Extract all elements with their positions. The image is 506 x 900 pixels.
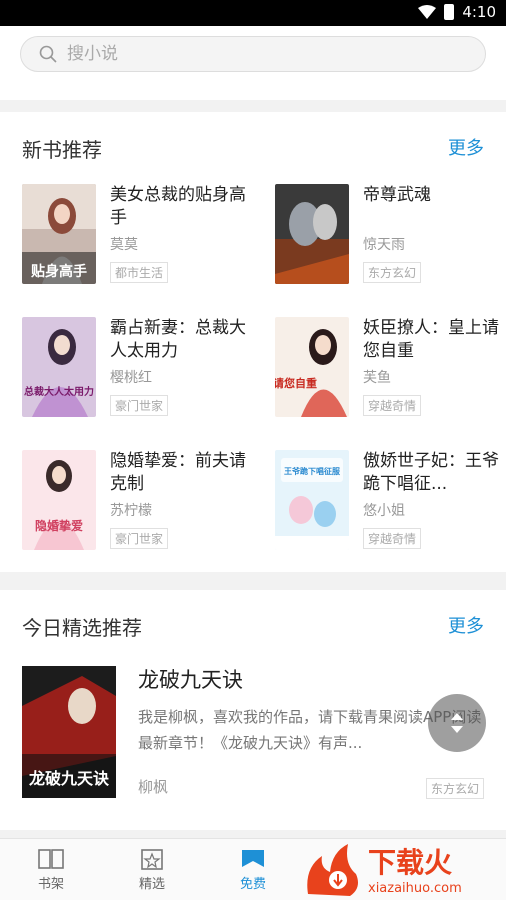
featured-book-author: 柳枫 — [138, 778, 169, 796]
tab-label: 书架 — [37, 877, 64, 892]
watermark-logo: 下载火 xiazaihuo.com — [300, 838, 506, 900]
book-item[interactable]: 贴身高手 美女总裁的贴身高手 莫莫 都市生活 — [22, 184, 252, 288]
book-author: 惊天雨 — [363, 237, 405, 253]
book-author: 苏柠檬 — [110, 503, 152, 519]
cover-text: 王爷跪下唱征服 — [284, 466, 341, 476]
more-link[interactable]: 更多 — [448, 134, 484, 160]
book-title: 妖臣撩人：皇上请您自重 — [363, 318, 499, 361]
book-author: 悠小姐 — [363, 503, 405, 519]
book-tag: 穿越奇情 — [363, 395, 422, 416]
cover-text: 总裁大人太用力 — [24, 385, 94, 398]
wifi-icon — [418, 5, 437, 19]
tab-free[interactable]: 免费 — [223, 847, 283, 892]
book-cover: 隐婚挚爱 — [22, 450, 96, 550]
free-icon — [242, 850, 264, 867]
cover-text: 请您自重 — [275, 376, 317, 390]
search-box[interactable] — [20, 36, 486, 72]
tab-label: 精选 — [138, 877, 165, 892]
featured-book-title[interactable]: 龙破九天诀 — [138, 664, 243, 694]
section-title: 新书推荐 — [22, 138, 102, 162]
floating-action-button[interactable] — [428, 694, 486, 752]
book-item[interactable]: 帝尊武魂 惊天雨 东方玄幻 — [275, 184, 505, 288]
search-area — [0, 26, 506, 100]
book-title: 霸占新妻：总裁大人太用力 — [110, 318, 246, 361]
tab-label: 免费 — [239, 877, 266, 892]
cover-text: 隐婚挚爱 — [35, 518, 83, 533]
book-tag: 东方玄幻 — [363, 262, 422, 283]
bookshelf-icon — [38, 849, 64, 869]
battery-icon — [444, 4, 455, 20]
search-icon — [39, 45, 57, 63]
book-author: 樱桃红 — [110, 370, 152, 386]
book-title: 帝尊武魂 — [363, 185, 431, 205]
tab-bookshelf[interactable]: 书架 — [21, 847, 81, 892]
book-tag: 豪门世家 — [110, 528, 169, 549]
book-item[interactable]: 请您自重 妖臣撩人：皇上请您自重 芙鱼 穿越奇情 — [275, 317, 505, 421]
book-tag: 都市生活 — [110, 262, 169, 283]
featured-book-tag: 东方玄幻 — [425, 778, 484, 799]
star-box-icon — [141, 849, 163, 870]
cover-text: 贴身高手 — [31, 263, 87, 280]
book-tag: 豪门世家 — [110, 395, 169, 416]
book-author: 芙鱼 — [363, 370, 391, 386]
status-icons: 4:10 — [418, 3, 496, 21]
arrows-icon — [451, 713, 463, 733]
book-item[interactable]: 总裁大人太用力 霸占新妻：总裁大人太用力 樱桃红 豪门世家 — [22, 317, 252, 421]
watermark-brand: 下载火 — [368, 846, 452, 879]
book-cover: 总裁大人太用力 — [22, 317, 96, 417]
section-title: 今日精选推荐 — [22, 616, 142, 640]
status-bar: 4:10 — [0, 0, 506, 26]
book-title: 隐婚挚爱：前夫请克制 — [110, 451, 246, 494]
book-cover: 王爷跪下唱征服 — [275, 450, 349, 550]
search-input[interactable] — [67, 44, 447, 64]
book-cover: 请您自重 — [275, 317, 349, 417]
book-author: 莫莫 — [110, 237, 138, 253]
tab-featured[interactable]: 精选 — [122, 847, 182, 892]
book-item[interactable]: 王爷跪下唱征服 傲娇世子妃：王爷跪下唱征... 悠小姐 穿越奇情 — [275, 450, 505, 554]
book-item[interactable]: 隐婚挚爱 隐婚挚爱：前夫请克制 苏柠檬 豪门世家 — [22, 450, 252, 554]
book-title: 美女总裁的贴身高手 — [110, 185, 246, 228]
status-time: 4:10 — [462, 3, 496, 21]
book-cover — [275, 184, 349, 284]
book-cover: 贴身高手 — [22, 184, 96, 284]
book-tag: 穿越奇情 — [363, 528, 422, 549]
featured-book-cover[interactable]: 龙破九天诀 — [22, 666, 116, 798]
watermark-url: xiazaihuo.com — [368, 881, 462, 896]
cover-text: 龙破九天诀 — [28, 769, 110, 788]
book-title: 傲娇世子妃：王爷跪下唱征... — [363, 451, 499, 494]
new-books-section: 新书推荐 更多 贴身高手 美女总裁的贴身高手 莫莫 都市生活 帝尊武魂 惊天雨 … — [0, 112, 506, 572]
more-link[interactable]: 更多 — [448, 612, 484, 638]
